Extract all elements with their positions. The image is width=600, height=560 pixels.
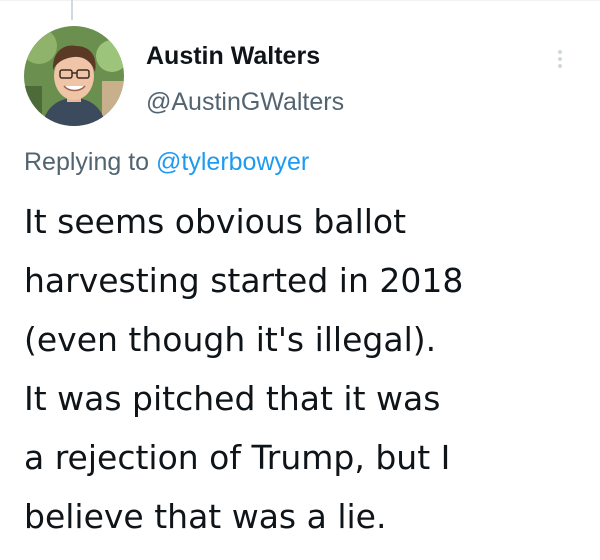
avatar-photo	[24, 26, 124, 126]
tweet-text-line: believe that was a lie.	[24, 497, 387, 536]
tweet-text-line: a rejection of Trump, but I	[24, 438, 451, 477]
tweet-text-line: harvesting started in 2018	[24, 261, 464, 300]
tweet-text-line: (even though it's illegal).	[24, 320, 437, 359]
tweet-text-line: It seems obvious ballot	[24, 202, 407, 241]
replying-to-label: Replying to	[24, 148, 157, 176]
more-options-button[interactable]	[548, 44, 572, 74]
top-divider	[0, 0, 600, 1]
avatar[interactable]	[24, 26, 124, 126]
reply-mention-link[interactable]: @tylerbowyer	[156, 148, 309, 176]
tweet-text-line: It was pitched that it was	[24, 379, 441, 418]
thread-connector-line	[71, 0, 73, 20]
replying-to-line: Replying to @tylerbowyer	[24, 148, 309, 177]
author-display-name[interactable]: Austin Walters	[146, 42, 320, 71]
tweet-text: It seems obvious ballot harvesting start…	[24, 192, 584, 546]
author-handle[interactable]: @AustinGWalters	[146, 88, 344, 117]
